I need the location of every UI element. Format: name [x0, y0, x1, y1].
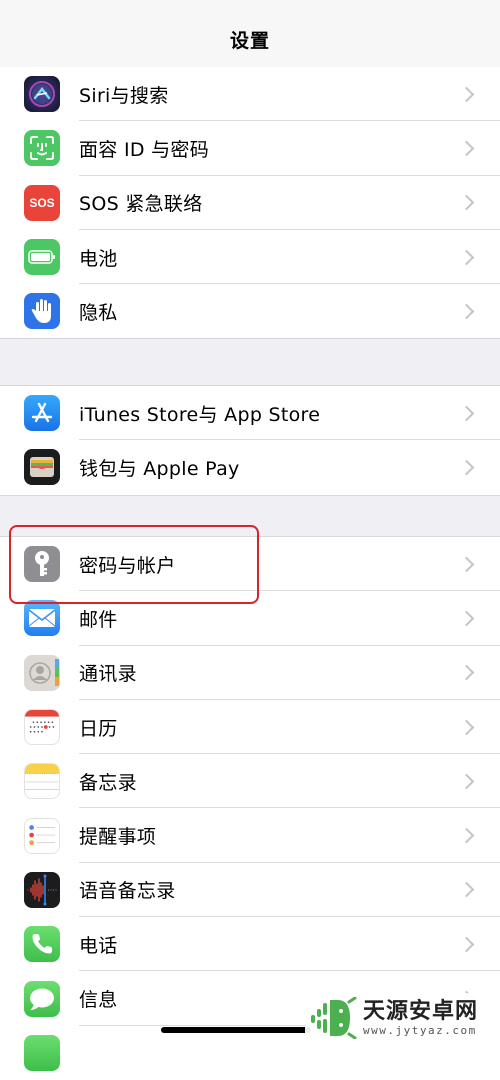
app-store-icon — [24, 395, 60, 432]
watermark-url: www.jytyaz.com — [363, 1023, 477, 1037]
chevron-right-icon — [458, 556, 475, 572]
settings-row-label: SOS 紧急联络 — [79, 193, 203, 216]
settings-row-label: 信息 — [79, 989, 118, 1012]
settings-group-1: Siri与搜索 面容 ID 与密码 SOS SOS 紧急联络 电池 隐私 — [0, 67, 500, 340]
settings-row-label: 日历 — [79, 717, 118, 740]
home-indicator[interactable] — [161, 1027, 311, 1033]
sos-icon-text: SOS — [29, 195, 55, 210]
settings-row-calendar[interactable]: 日历 — [0, 700, 500, 755]
phone-icon — [24, 926, 60, 963]
hand-privacy-icon — [24, 293, 60, 330]
facetime-icon — [24, 1034, 60, 1071]
settings-row-sos[interactable]: SOS SOS 紧急联络 — [0, 176, 500, 230]
chevron-right-icon — [458, 664, 475, 681]
chevron-right-icon — [458, 882, 475, 898]
nav-bar: 设置 — [0, 0, 500, 68]
chevron-right-icon — [458, 249, 475, 265]
settings-row-label: 面容 ID 与密码 — [79, 138, 210, 161]
settings-row-label: 隐私 — [79, 301, 118, 324]
settings-row-label: Siri与搜索 — [79, 84, 169, 107]
reminders-icon — [24, 817, 60, 854]
settings-row-wallet[interactable]: 钱包与 Apple Pay — [0, 440, 500, 494]
settings-row-passwords-accounts[interactable]: 密码与帐户 — [0, 537, 500, 592]
chevron-right-icon — [458, 194, 475, 211]
chevron-right-icon — [458, 86, 475, 102]
calendar-icon — [24, 709, 60, 746]
chevron-right-icon — [458, 936, 475, 952]
mail-icon — [24, 600, 60, 637]
settings-row-label: 通讯录 — [79, 663, 137, 686]
chevron-right-icon — [458, 303, 475, 320]
watermark-text: 天源安卓网 www.jytyaz.com — [363, 998, 479, 1037]
chevron-right-icon — [458, 459, 475, 476]
chevron-right-icon — [458, 610, 475, 627]
chevron-right-icon — [458, 405, 475, 421]
settings-row-voice-memos[interactable]: 语音备忘录 — [0, 863, 500, 918]
chevron-right-icon — [458, 773, 475, 790]
settings-row-phone[interactable]: 电话 — [0, 917, 500, 972]
voice-memos-icon — [24, 871, 60, 908]
battery-icon — [24, 239, 60, 276]
notes-icon — [24, 763, 60, 800]
settings-row-label: 语音备忘录 — [79, 880, 176, 903]
settings-row-face-id[interactable]: 面容 ID 与密码 — [0, 121, 500, 176]
settings-group-2: iTunes Store与 App Store 钱包与 Apple Pay — [0, 385, 500, 496]
settings-row-app-store[interactable]: iTunes Store与 App Store — [0, 386, 500, 441]
settings-row-label: iTunes Store与 App Store — [79, 403, 321, 426]
siri-icon — [24, 76, 60, 113]
settings-row-label: 邮件 — [79, 608, 118, 631]
page-title: 设置 — [229, 30, 270, 52]
key-icon — [24, 546, 60, 583]
messages-icon — [24, 980, 60, 1017]
settings-row-reminders[interactable]: 提醒事项 — [0, 808, 500, 863]
watermark-name: 天源安卓网 — [363, 998, 479, 1024]
chevron-right-icon — [458, 719, 475, 735]
face-id-icon — [24, 130, 60, 167]
android-logo-icon — [311, 997, 357, 1039]
settings-row-notes[interactable]: 备忘录 — [0, 754, 500, 809]
settings-row-mail[interactable]: 邮件 — [0, 591, 500, 646]
settings-row-siri[interactable]: Siri与搜索 — [0, 67, 500, 122]
watermark: 天源安卓网 www.jytyaz.com — [305, 993, 500, 1043]
settings-row-label: 钱包与 Apple Pay — [79, 457, 240, 480]
settings-row-label: 备忘录 — [79, 771, 137, 794]
contacts-icon — [24, 654, 60, 691]
sos-icon: SOS — [24, 184, 60, 221]
settings-row-label: 电话 — [79, 934, 118, 957]
settings-row-battery[interactable]: 电池 — [0, 230, 500, 285]
settings-row-label: 密码与帐户 — [79, 554, 176, 577]
settings-row-label: 电池 — [79, 247, 118, 270]
settings-row-privacy[interactable]: 隐私 — [0, 284, 500, 338]
settings-row-contacts[interactable]: 通讯录 — [0, 646, 500, 700]
chevron-right-icon — [458, 827, 475, 844]
wallet-icon — [24, 449, 60, 486]
chevron-right-icon — [458, 140, 475, 157]
settings-row-label: 提醒事项 — [79, 826, 157, 849]
